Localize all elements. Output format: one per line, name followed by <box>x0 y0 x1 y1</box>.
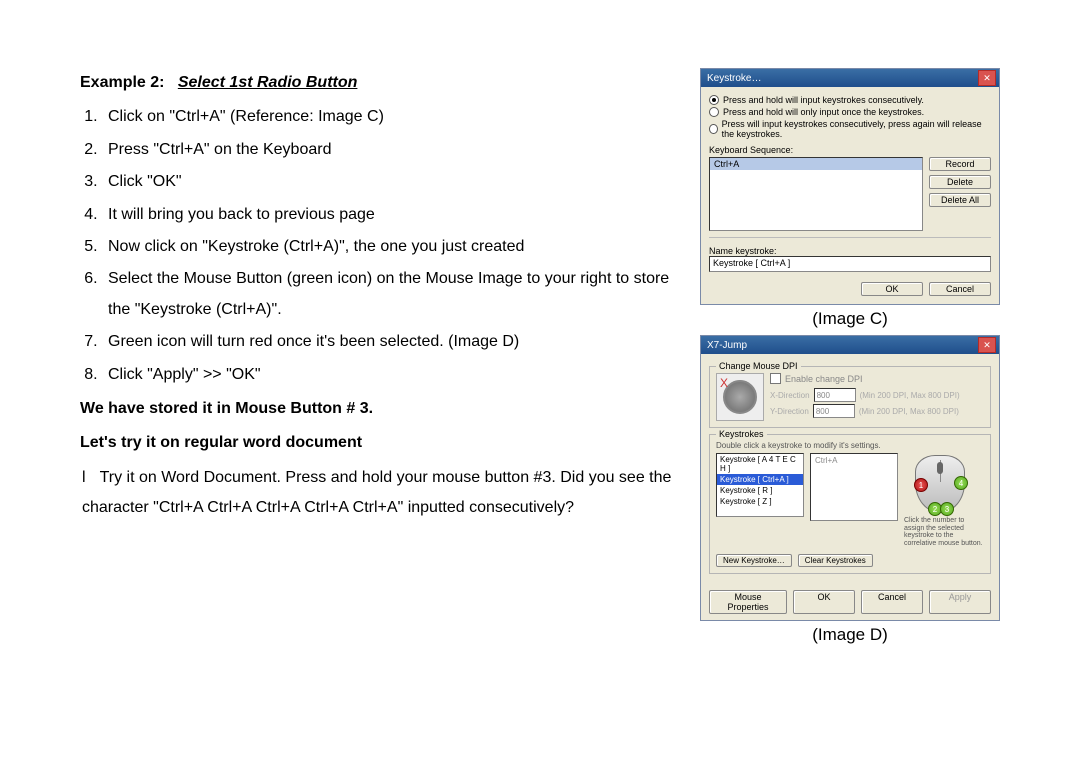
ydir-label: Y-Direction <box>770 407 809 416</box>
step-item: Click on "Ctrl+A" (Reference: Image C) <box>102 102 680 132</box>
step-item: Select the Mouse Button (green icon) on … <box>102 264 680 325</box>
keystroke-preview: Ctrl+A <box>810 453 898 521</box>
dpi-group: Change Mouse DPI X Enable change DPI X-D… <box>709 366 991 428</box>
cancel-button[interactable]: Cancel <box>929 282 991 296</box>
keystrokes-note: Double click a keystroke to modify it's … <box>716 441 984 450</box>
list-item[interactable]: Keystroke [ Ctrl+A ] <box>717 474 803 485</box>
keystroke-dialog: Keystroke… ✕ Press and hold will input k… <box>700 68 1000 305</box>
ydir-spinner[interactable]: 800 <box>813 404 855 418</box>
dpi-hint: (Min 200 DPI, Max 800 DPI) <box>859 407 959 416</box>
mouse-properties-button[interactable]: Mouse Properties <box>709 590 787 614</box>
example-title: Select 1st Radio Button <box>178 74 358 91</box>
dialog-titlebar[interactable]: X7-Jump ✕ <box>701 336 999 354</box>
radio-icon <box>709 124 718 134</box>
ok-button[interactable]: OK <box>793 590 855 614</box>
dialog-title: X7-Jump <box>707 340 747 351</box>
dialog-title: Keystroke… <box>707 73 761 84</box>
cancel-button[interactable]: Cancel <box>861 590 923 614</box>
group-title: Change Mouse DPI <box>716 361 801 371</box>
step-item: Now click on "Keystroke (Ctrl+A)", the o… <box>102 232 680 262</box>
group-title: Keystrokes <box>716 429 767 439</box>
step-item: Press "Ctrl+A" on the Keyboard <box>102 135 680 165</box>
step-item: Green icon will turn red once it's been … <box>102 327 680 357</box>
name-label: Name keystroke: <box>709 246 991 256</box>
step-item: Click "Apply" >> "OK" <box>102 360 680 390</box>
sequence-listbox[interactable]: Ctrl+A <box>709 157 923 231</box>
radio-option-3[interactable]: Press will input keystrokes consecutivel… <box>709 119 991 139</box>
instruction-text: Example 2: Select 1st Radio Button Click… <box>80 68 680 649</box>
example-prefix: Example 2: <box>80 74 164 91</box>
xdir-spinner[interactable]: 800 <box>814 388 856 402</box>
close-icon[interactable]: ✕ <box>978 337 996 353</box>
subheading-try: Let's try it on regular word document <box>80 428 680 458</box>
radio-label: Press and hold will only input once the … <box>723 107 924 117</box>
radio-option-2[interactable]: Press and hold will only input once the … <box>709 107 991 117</box>
mouse-button-3[interactable]: 3 <box>940 502 954 516</box>
radio-icon <box>709 95 719 105</box>
mouse-button-1[interactable]: 1 <box>914 478 928 492</box>
radio-icon <box>709 107 719 117</box>
mouse-button-4[interactable]: 4 <box>954 476 968 490</box>
mouse-hint: Click the number to assign the selected … <box>904 517 984 548</box>
sequence-item[interactable]: Ctrl+A <box>710 158 922 170</box>
dialog-titlebar[interactable]: Keystroke… ✕ <box>701 69 999 87</box>
list-item[interactable]: Keystroke [ A 4 T E C H ] <box>717 454 803 474</box>
example-heading: Example 2: Select 1st Radio Button <box>80 68 680 98</box>
xdir-label: X-Direction <box>770 391 810 400</box>
clear-keystrokes-button[interactable]: Clear Keystrokes <box>798 554 873 567</box>
enable-dpi-checkbox[interactable]: Enable change DPI <box>770 373 984 384</box>
x7-jump-dialog: X7-Jump ✕ Change Mouse DPI X Enable chan… <box>700 335 1000 621</box>
delete-all-button[interactable]: Delete All <box>929 193 991 207</box>
record-button[interactable]: Record <box>929 157 991 171</box>
keystroke-listbox[interactable]: Keystroke [ A 4 T E C H ] Keystroke [ Ct… <box>716 453 804 517</box>
bullet-list: Try it on Word Document. Press and hold … <box>80 463 680 524</box>
subheading-stored: We have stored it in Mouse Button # 3. <box>80 394 680 424</box>
list-item[interactable]: Keystroke [ R ] <box>717 485 803 496</box>
fan-icon: X <box>716 373 764 421</box>
name-input[interactable]: Keystroke [ Ctrl+A ] <box>709 256 991 272</box>
checkbox-icon <box>770 373 781 384</box>
close-icon[interactable]: ✕ <box>978 70 996 86</box>
radio-option-1[interactable]: Press and hold will input keystrokes con… <box>709 95 991 105</box>
keystrokes-group: Keystrokes Double click a keystroke to m… <box>709 434 991 574</box>
bullet-item: Try it on Word Document. Press and hold … <box>82 463 680 524</box>
step-list: Click on "Ctrl+A" (Reference: Image C) P… <box>80 102 680 390</box>
apply-button[interactable]: Apply <box>929 590 991 614</box>
dpi-hint: (Min 200 DPI, Max 800 DPI) <box>860 391 960 400</box>
radio-label: Press and hold will input keystrokes con… <box>723 95 924 105</box>
radio-label: Press will input keystrokes consecutivel… <box>722 119 991 139</box>
new-keystroke-button[interactable]: New Keystroke… <box>716 554 792 567</box>
caption-image-d: (Image D) <box>700 625 1000 645</box>
delete-button[interactable]: Delete <box>929 175 991 189</box>
list-item[interactable]: Keystroke [ Z ] <box>717 496 803 507</box>
caption-image-c: (Image C) <box>700 309 1000 329</box>
sequence-label: Keyboard Sequence: <box>709 145 991 155</box>
step-item: It will bring you back to previous page <box>102 200 680 230</box>
step-item: Click "OK" <box>102 167 680 197</box>
mouse-icon[interactable]: 1 2 3 4 <box>904 453 976 515</box>
checkbox-label: Enable change DPI <box>785 374 863 384</box>
ok-button[interactable]: OK <box>861 282 923 296</box>
